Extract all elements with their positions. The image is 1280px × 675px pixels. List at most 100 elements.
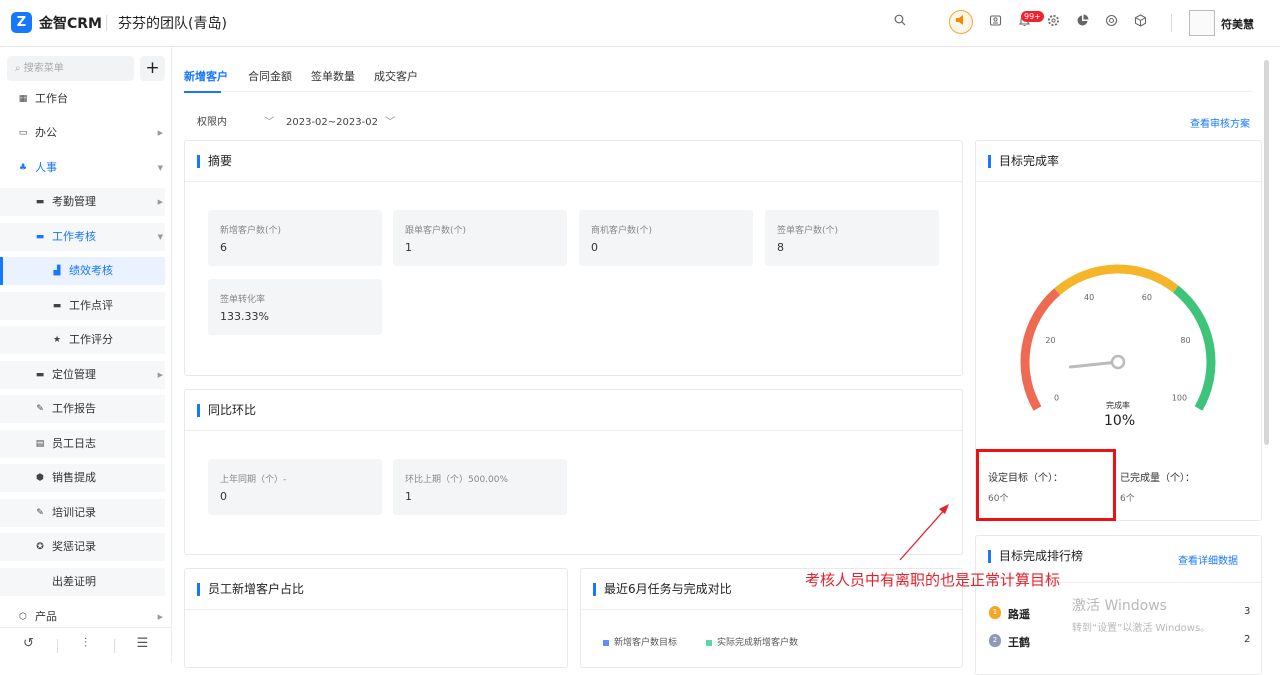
card-title: 目标完成率 — [988, 155, 1059, 168]
rank-value: 2 — [1244, 634, 1251, 645]
sidebar: ⌕ 搜索菜单 + ▦ 工作台 ▭ 办公 ▶ ♣ 人事 ▼ ▬ 考勤管理 ▶ ▬ … — [0, 47, 172, 663]
gauge-rate-value: 10% — [1104, 413, 1136, 429]
chevron-down-icon: ﹀ — [264, 117, 275, 128]
team-name[interactable]: 芬芬的团队(青岛) — [118, 13, 227, 33]
search-placeholder: 搜索菜单 — [23, 63, 64, 74]
top-bar: Z 金智CRM 芬芬的团队(青岛) 99+ 符美慧 — [0, 0, 1280, 47]
sidebar-item-report[interactable]: ✎ 工作报告 — [0, 395, 165, 423]
pie-icon[interactable] — [1073, 14, 1091, 32]
stat-opportunity-customers: 商机客户数(个) 0 — [579, 210, 753, 266]
rank-name: 王鹤 — [1008, 636, 1030, 649]
view-details-link[interactable]: 查看详细数据 — [1178, 552, 1238, 567]
sidebar-item-comment[interactable]: ▬ 工作点评 — [0, 292, 165, 320]
sidebar-item-attendance[interactable]: ▬ 考勤管理 ▶ — [0, 188, 165, 216]
gauge-tick-label: 0 — [1054, 394, 1059, 403]
gauge-rate-label: 完成率 — [1106, 400, 1130, 410]
contacts-icon[interactable] — [986, 14, 1004, 32]
stat-year-over-year: 上年同期（个）- 0 — [208, 459, 382, 515]
scrollbar[interactable] — [1264, 60, 1269, 445]
sidebar-item-office[interactable]: ▭ 办公 ▶ — [0, 119, 165, 147]
add-menu-button[interactable]: + — [140, 56, 165, 81]
annotation-arrow — [899, 504, 949, 561]
activation-watermark: 激活 Windows 转到“设置”以激活 Windows。 — [1072, 598, 1211, 634]
office-icon: ▭ — [18, 128, 28, 138]
gauge-arc-low — [1020, 288, 1061, 411]
tab-contract-amount[interactable]: 合同金额 — [248, 68, 292, 84]
card-title: 员工新增客户占比 — [197, 583, 304, 596]
stat-conversion-rate: 签单转化率 133.33% — [208, 279, 382, 335]
sidebar-item-commission[interactable]: ⬢ 销售提成 — [0, 464, 165, 492]
gold-medal-icon: 1 — [989, 606, 1001, 619]
rank-name: 路遥 — [1008, 608, 1030, 621]
header-divider — [1171, 14, 1172, 32]
app-logo[interactable]: Z — [11, 12, 32, 33]
user-name[interactable]: 符美慧 — [1221, 16, 1254, 32]
notification-badge: 99+ — [1021, 11, 1044, 22]
sidebar-item-trip[interactable]: 出差证明 — [0, 568, 165, 596]
sidebar-item-training[interactable]: ✎ 培训记录 — [0, 499, 165, 527]
star-icon: ★ — [52, 335, 62, 345]
completed-value: 6个 — [1120, 494, 1135, 504]
chevron-down-icon: ﹀ — [385, 117, 396, 128]
sidebar-item-work-assessment[interactable]: ▬ 工作考核 ▼ — [0, 223, 165, 251]
gauge-tick-label: 40 — [1084, 293, 1094, 302]
sidebar-item-hr[interactable]: ♣ 人事 ▼ — [0, 154, 165, 182]
comment-icon: ▬ — [52, 301, 62, 311]
search-icon[interactable] — [891, 14, 909, 32]
legend-swatch — [706, 639, 712, 646]
highlight-box — [976, 449, 1116, 521]
log-icon: ▤ — [35, 439, 45, 449]
scope-select[interactable]: 权限内 ﹀ — [197, 113, 274, 128]
rank-value: 3 — [1244, 606, 1251, 617]
chart-icon: ▟ — [53, 266, 61, 276]
gauge-tick-label: 100 — [1172, 394, 1187, 403]
sidebar-item-performance[interactable]: ▟ 绩效考核 — [0, 257, 165, 285]
sidebar-item-workbench[interactable]: ▦ 工作台 — [0, 85, 165, 113]
training-icon: ✎ — [36, 508, 44, 518]
card-divider — [976, 181, 1261, 182]
sidebar-item-location[interactable]: ▬ 定位管理 ▶ — [0, 361, 165, 389]
horn-icon[interactable] — [949, 10, 973, 34]
gauge-tick-labels: 0 20 40 60 80 100 — [1045, 293, 1190, 402]
legend-item-actual: 实际完成新增客户数 — [706, 635, 798, 648]
sidebar-item-score[interactable]: ★ 工作评分 — [0, 326, 165, 354]
stat-month-over-month: 环比上期（个）500.00% 1 — [393, 459, 567, 515]
card-title: 最近6月任务与完成对比 — [593, 583, 732, 596]
tab-deal-count[interactable]: 签单数量 — [311, 68, 355, 84]
app-name[interactable]: 金智CRM — [39, 13, 102, 33]
folder-icon: ▬ — [35, 370, 45, 380]
tab-closed-customers[interactable]: 成交客户 — [374, 68, 418, 84]
chrome-icon[interactable] — [1102, 14, 1120, 32]
gauge-tick-label: 80 — [1180, 336, 1190, 345]
chevron-right-icon: ▶ — [157, 198, 163, 206]
sliders-icon[interactable]: ⫶ — [57, 636, 114, 651]
chevron-down-icon: ▼ — [157, 233, 163, 241]
collapse-icon[interactable]: ☰ — [114, 636, 171, 651]
hr-icon: ♣ — [18, 163, 28, 173]
search-input[interactable]: ⌕ 搜索菜单 — [7, 56, 134, 81]
card-divider — [185, 609, 567, 610]
date-range-select[interactable]: 2023-02~2023-02 ﹀ — [286, 113, 395, 128]
chevron-right-icon: ▶ — [157, 371, 163, 379]
view-plan-link[interactable]: 查看审核方案 — [1190, 115, 1250, 130]
sidebar-item-log[interactable]: ▤ 员工日志 — [0, 430, 165, 458]
legend-item-target: 新增客户数目标 — [603, 635, 677, 648]
card-title: 摘要 — [197, 155, 232, 168]
gauge-arc-high — [1172, 285, 1216, 411]
completed-label: 已完成量（个）： — [1120, 473, 1195, 484]
card-divider — [581, 609, 962, 610]
commission-icon: ⬢ — [36, 473, 44, 483]
card-title: 目标完成排行榜 — [988, 550, 1083, 563]
stat-signed-customers: 签单客户数(个) 8 — [765, 210, 939, 266]
avatar[interactable] — [1189, 10, 1215, 36]
tab-new-customers[interactable]: 新增客户 — [184, 68, 228, 84]
gear-icon[interactable] — [1044, 14, 1062, 32]
gauge-tick-label: 60 — [1142, 293, 1152, 302]
active-tab-indicator — [184, 91, 221, 93]
sidebar-item-award[interactable]: ✪ 奖惩记录 — [0, 533, 165, 561]
stat-follow-customers: 跟单客户数(个) 1 — [393, 210, 567, 266]
history-icon[interactable]: ↺ — [0, 636, 57, 651]
chevron-right-icon: ▶ — [157, 129, 163, 137]
cube-icon[interactable] — [1131, 14, 1149, 32]
folder-icon: ▬ — [35, 232, 45, 242]
